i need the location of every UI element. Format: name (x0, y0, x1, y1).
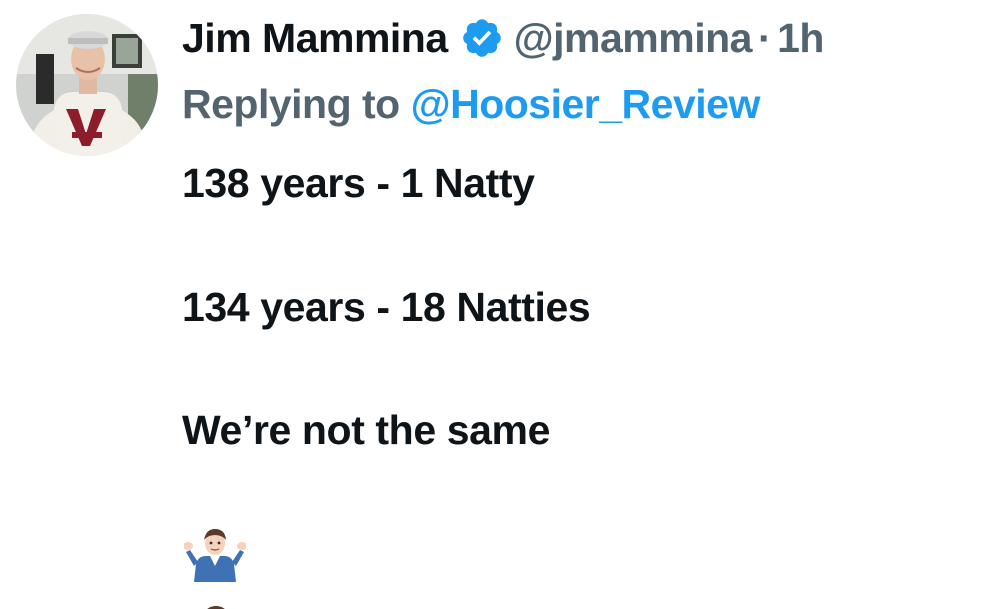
reply-to-handle[interactable]: @Hoosier_Review (411, 81, 761, 127)
replying-to-label: Replying to (182, 81, 411, 127)
avatar[interactable] (16, 14, 158, 156)
verified-badge-icon (460, 16, 504, 60)
next-emoji-partial (196, 600, 236, 609)
tweet-timestamp[interactable]: 1h (777, 12, 824, 64)
replying-to: Replying to @Hoosier_Review (182, 78, 760, 130)
header-separator: · (757, 15, 772, 61)
person-shrugging-emoji (183, 526, 247, 582)
avatar-photo (16, 14, 158, 156)
tweet-text-line-2: 134 years - 18 Natties (182, 284, 591, 330)
tweet-text-line-3: We’re not the same (182, 407, 550, 453)
tweet-text-line-1: 138 years - 1 Natty (182, 160, 535, 206)
tweet-header: Jim Mammina @jmammina · 1h (182, 12, 824, 64)
author-handle[interactable]: @jmammina (514, 12, 753, 64)
tweet[interactable]: Jim Mammina @jmammina · 1h Replying to @… (0, 0, 986, 609)
display-name[interactable]: Jim Mammina (182, 12, 448, 64)
